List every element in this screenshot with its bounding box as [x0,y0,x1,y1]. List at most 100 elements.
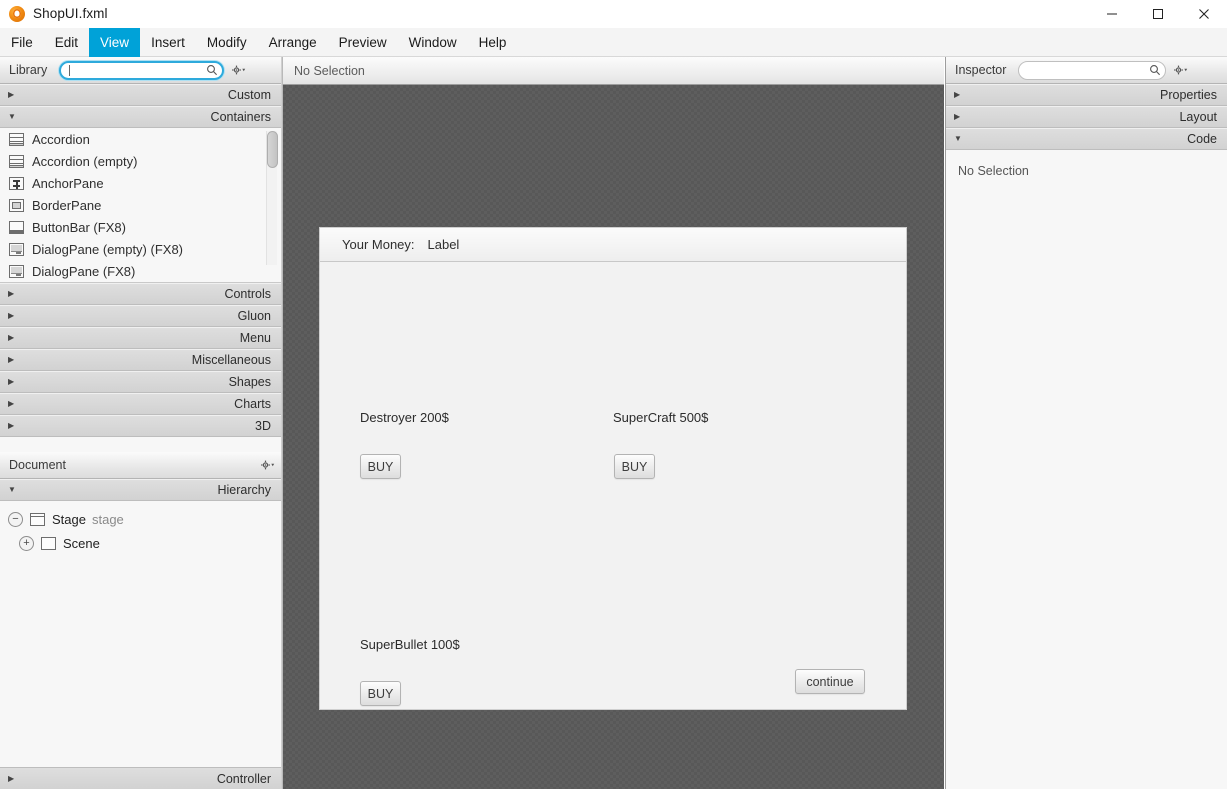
minimize-icon[interactable] [1089,0,1135,28]
library-section-custom[interactable]: ▶ Custom [0,84,281,106]
dialogpane-icon [9,242,24,256]
chevron-down-icon: ▼ [954,134,962,143]
list-item[interactable]: Accordion (empty) [0,150,281,172]
library-section-3d[interactable]: ▶ 3D [0,415,281,437]
scene-builder-icon [9,5,25,22]
accordion-icon [9,132,24,146]
document-header: Document [0,452,281,479]
library-section-3d-label: 3D [255,419,271,433]
menu-insert[interactable]: Insert [140,28,196,57]
library-gear-icon[interactable] [231,64,246,76]
anchorpane-icon [9,176,24,190]
window-controls [1089,0,1227,28]
inspector-no-selection-text: No Selection [958,164,1029,178]
scene-builder-window: ShopUI.fxml File Edit View Insert Modify… [0,0,1227,789]
library-section-custom-label: Custom [227,88,271,102]
menu-view[interactable]: View [89,28,141,57]
menu-preview[interactable]: Preview [328,28,398,57]
item-label-supercraft: SuperCraft 500$ [613,410,709,425]
inspector-section-properties-label: Properties [1160,88,1217,102]
title-bar: ShopUI.fxml [0,0,1227,28]
list-item[interactable]: Accordion [0,128,281,150]
close-icon[interactable] [1181,0,1227,28]
library-section-controls-label: Controls [224,287,271,301]
buy-button-destroyer[interactable]: BUY [360,454,401,479]
chevron-right-icon: ▶ [8,90,15,99]
scene-icon [41,536,56,550]
chevron-right-icon: ▶ [8,773,15,783]
list-item[interactable]: AnchorPane [0,172,281,194]
shop-items-area: Destroyer 200$ BUY SuperCraft 500$ BUY S… [320,262,906,710]
chevron-right-icon: ▶ [8,289,15,298]
window-title: ShopUI.fxml [33,6,108,21]
library-section-menu-label: Menu [239,331,271,345]
chevron-right-icon: ▶ [8,421,15,430]
list-item[interactable]: DialogPane (FX8) [0,260,281,282]
document-section-hierarchy-label: Hierarchy [217,483,272,497]
maximize-icon[interactable] [1135,0,1181,28]
document-title: Document [9,458,66,472]
chevron-right-icon: ▶ [8,333,15,342]
dialogpane-icon [9,264,24,278]
list-item[interactable]: DialogPane (empty) (FX8) [0,238,281,260]
library-section-gluon[interactable]: ▶ Gluon [0,305,281,327]
shop-ui-root[interactable]: Your Money: Label Destroyer 200$ BUY Sup… [319,227,907,710]
inspector-title: Inspector [955,63,1007,77]
inspector-search[interactable] [1018,60,1167,80]
inspector-gear-icon[interactable] [1173,64,1188,76]
inspector-header: Inspector [946,57,1227,84]
chevron-right-icon: ▶ [8,399,15,408]
chevron-down-icon: ▼ [8,485,16,494]
document-section-hierarchy[interactable]: ▼ Hierarchy [0,479,281,501]
library-section-charts[interactable]: ▶ Charts [0,393,281,415]
library-section-miscellaneous[interactable]: ▶ Miscellaneous [0,349,281,371]
selection-status-bar: No Selection [283,57,944,85]
chevron-right-icon: ▶ [8,355,15,364]
library-section-containers[interactable]: ▼ Containers [0,106,281,128]
inspector-section-properties[interactable]: ▶ Properties [946,84,1227,106]
buy-button-supercraft[interactable]: BUY [614,454,655,479]
controller-bar-wrap: ▶ Controller [0,767,281,789]
library-item-list[interactable]: Accordion Accordion (empty) AnchorPane B… [0,128,281,283]
library-header: Library [0,57,281,84]
library-search[interactable] [59,60,225,80]
menu-help[interactable]: Help [468,28,518,57]
menu-arrange[interactable]: Arrange [258,28,328,57]
hierarchy-tree[interactable]: − Stage stage + Scene [0,501,281,767]
money-value-label: Label [427,237,460,252]
document-gear-icon[interactable] [260,459,275,471]
shop-money-bar: Your Money: Label [320,228,906,262]
selection-status-text: No Selection [294,63,365,78]
inspector-section-layout[interactable]: ▶ Layout [946,106,1227,128]
document-section-controller-label: Controller [216,771,271,786]
library-scrollbar-thumb[interactable] [267,131,278,168]
chevron-right-icon: ▶ [954,90,961,99]
chevron-right-icon: ▶ [8,311,15,320]
list-item-label: BorderPane [32,197,102,213]
list-item[interactable]: ButtonBar (FX8) [0,216,281,238]
continue-button[interactable]: continue [795,669,865,694]
menu-window[interactable]: Window [398,28,468,57]
list-item[interactable]: BorderPane [0,194,281,216]
buy-button-superbullet[interactable]: BUY [360,681,401,706]
chevron-right-icon: ▶ [954,112,961,121]
list-item-label: ButtonBar (FX8) [32,219,126,235]
inspector-section-code[interactable]: ▼ Code [946,128,1227,150]
collapse-icon[interactable]: − [8,511,23,527]
menu-file[interactable]: File [0,28,44,57]
expand-icon[interactable]: + [19,535,34,551]
menu-edit[interactable]: Edit [44,28,89,57]
chevron-right-icon: ▶ [8,377,15,386]
item-label-superbullet: SuperBullet 100$ [360,637,460,652]
search-icon [1149,64,1161,76]
tree-item-stage[interactable]: − Stage stage [0,507,281,531]
library-scrollbar[interactable] [266,131,278,265]
inspector-section-code-label: Code [1187,132,1217,146]
design-canvas[interactable]: Your Money: Label Destroyer 200$ BUY Sup… [283,85,944,789]
library-section-controls[interactable]: ▶ Controls [0,283,281,305]
document-section-controller[interactable]: ▶ Controller [0,767,281,789]
library-section-shapes[interactable]: ▶ Shapes [0,371,281,393]
tree-item-scene[interactable]: + Scene [0,531,281,555]
library-section-menu[interactable]: ▶ Menu [0,327,281,349]
menu-modify[interactable]: Modify [196,28,258,57]
